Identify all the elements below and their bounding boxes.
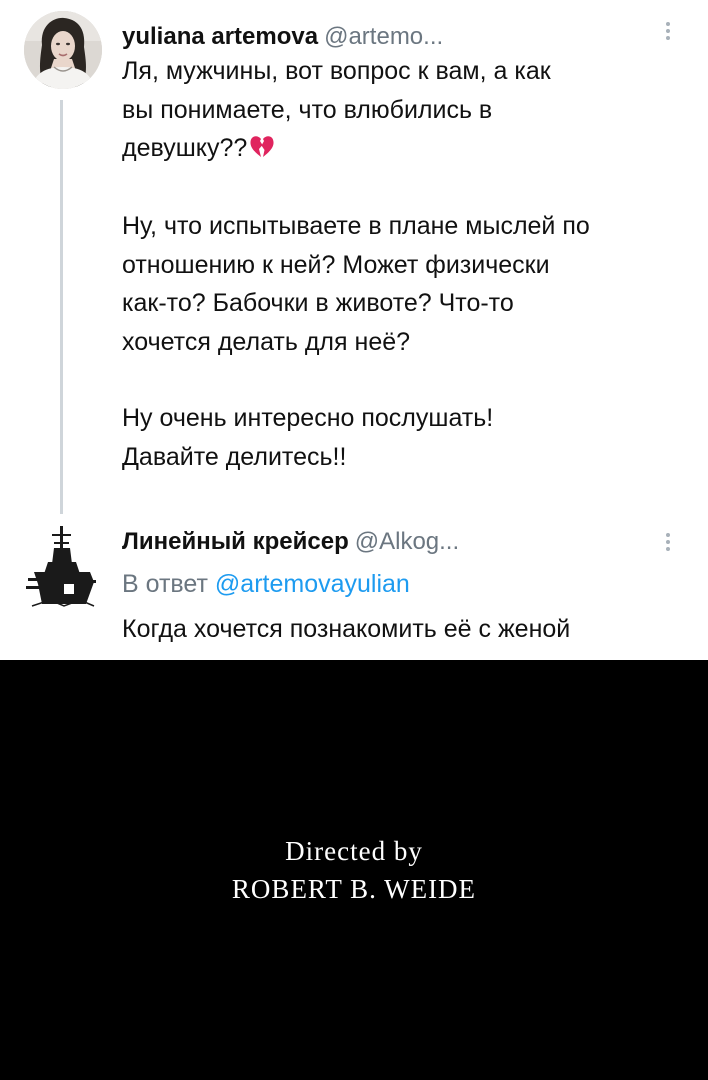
thread-connector-line	[60, 100, 63, 514]
user-handle[interactable]: @Alkog...	[355, 528, 459, 555]
tweet-header: Линейный крейсер @Alkog...	[122, 527, 459, 557]
more-options-vertical-icon[interactable]	[656, 20, 680, 46]
reply-tweet-text: Когда хочется познакомить её с женой	[122, 615, 571, 643]
tweet-text-line: отношению к ней? Может физически	[122, 250, 550, 279]
tweet-text-line: Ну, что испытываете в плане мыслей по	[122, 212, 590, 240]
display-name[interactable]: Линейный крейсер	[122, 528, 349, 555]
broken-heart-icon	[249, 132, 275, 157]
reply-to-handle-link[interactable]: @artemovayulian	[215, 570, 410, 598]
tweet-text-line: Ну очень интересно послушать!	[122, 404, 494, 432]
tweet-text-line: как-то? Бабочки в животе? Что-то	[122, 289, 514, 317]
tweet-text-line: Давайте делитесь!!	[122, 442, 347, 471]
display-name[interactable]: yuliana artemova	[122, 23, 318, 50]
credits-director-name: ROBERT B. WEIDE	[231, 874, 477, 904]
battleship-icon[interactable]	[24, 524, 102, 608]
tweet-header: yuliana artemova @artemo...	[122, 22, 443, 52]
tweet-text-line: вы понимаете, что влюбились в	[122, 95, 493, 124]
user-photo-icon[interactable]	[24, 11, 102, 89]
tweet-thread: yuliana artemova @artemo... Ля, мужчины, …	[0, 0, 708, 660]
reply-prefix: В ответ	[122, 570, 208, 598]
more-options-vertical-icon[interactable]	[656, 531, 680, 557]
credits-directed-by: Directed by	[285, 836, 423, 866]
tweet-body-paragraph-2: Ну, что испытываете в плане мыслей по от…	[122, 207, 697, 361]
credits-screen: Directed by ROBERT B. WEIDE	[0, 660, 708, 1080]
tweet-text-line: хочется делать для неё?	[122, 327, 411, 356]
tweet-text-line: девушку??	[122, 129, 697, 168]
tweet-text-fragment: девушку??	[122, 134, 248, 162]
tweet-body-paragraph-3: Ну очень интересно послушать! Давайте де…	[122, 399, 697, 476]
user-handle[interactable]: @artemo...	[324, 23, 443, 50]
tweet-body-paragraph-1: Ля, мужчины, вот вопрос к вам, а как вы …	[122, 52, 697, 168]
tweet-text-line: Ля, мужчины, вот вопрос к вам, а как	[122, 57, 551, 85]
reply-to-line: В ответ @artemovayulian	[122, 568, 410, 600]
